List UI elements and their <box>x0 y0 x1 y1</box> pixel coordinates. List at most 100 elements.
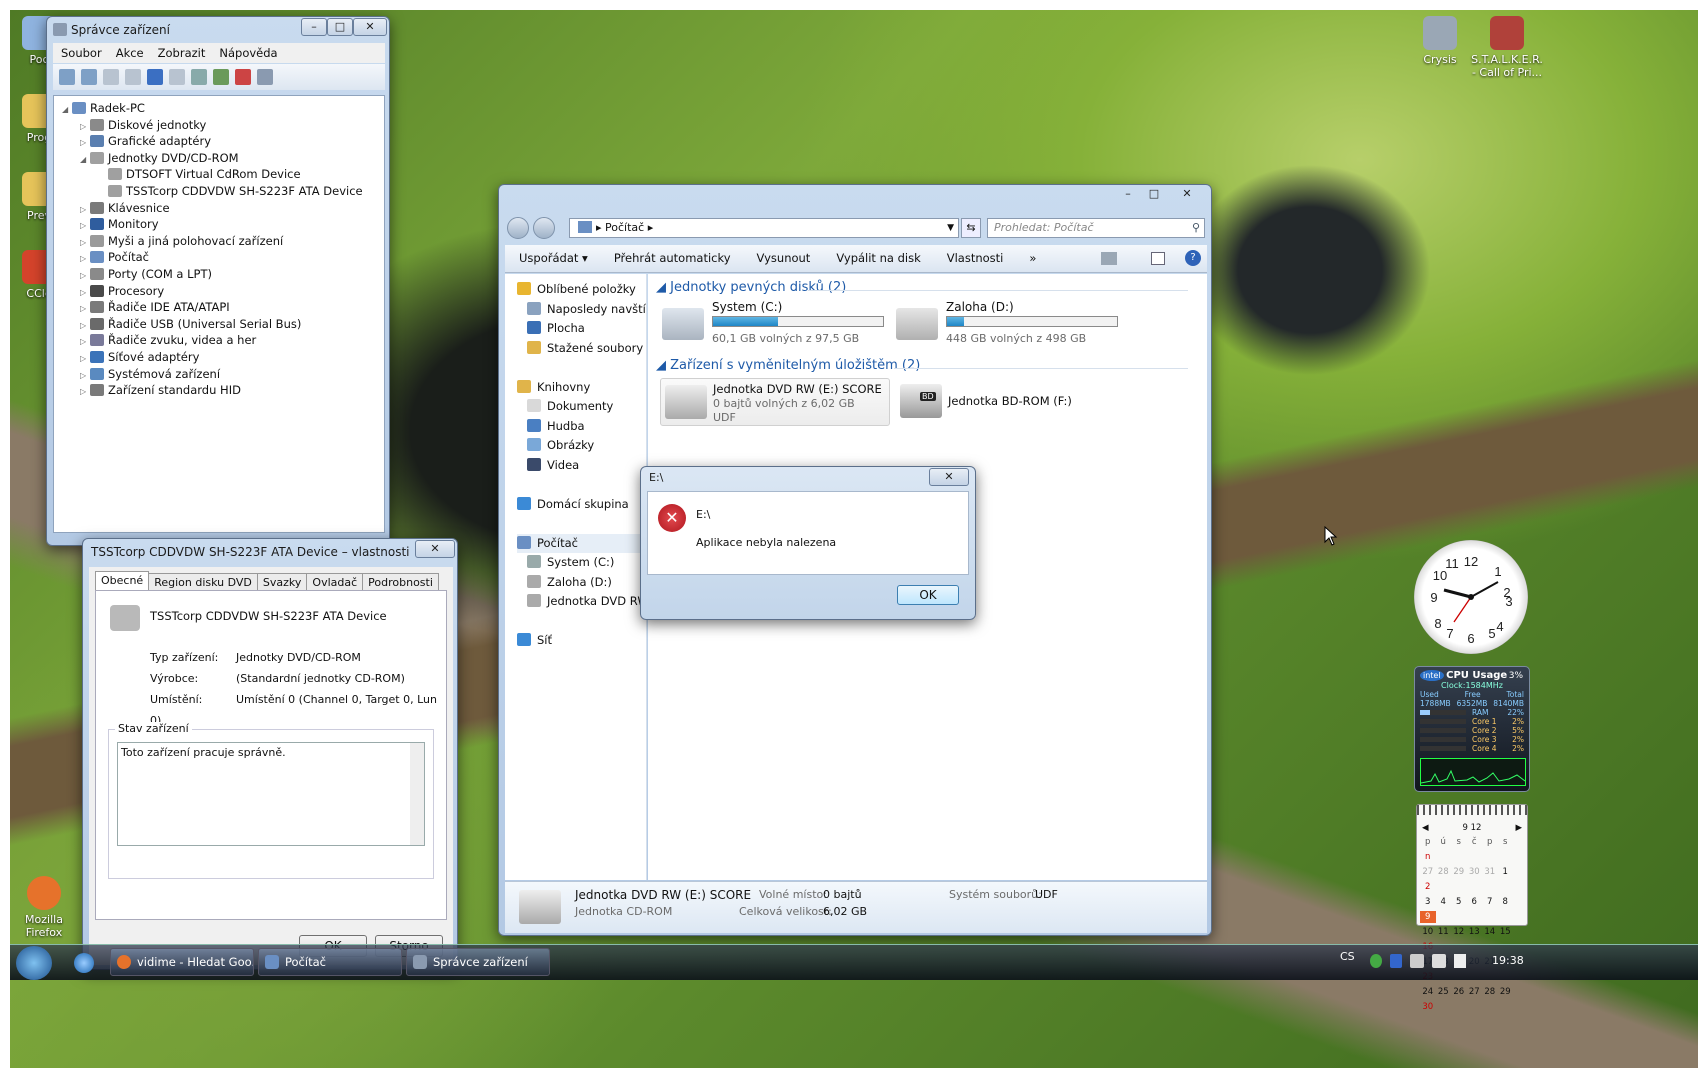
calendar-day[interactable]: 12 <box>1451 926 1467 938</box>
nav-item[interactable]: Obrázky <box>517 436 646 456</box>
menu-napoveda[interactable]: Nápověda <box>219 46 277 60</box>
calendar-day[interactable]: 15 <box>1498 926 1514 938</box>
calendar-day[interactable]: 29 <box>1451 866 1467 878</box>
desktop-icon-firefox[interactable]: Mozilla Firefox <box>16 876 72 939</box>
tree-node[interactable]: ▷ Řadiče USB (Universal Serial Bus) <box>62 316 384 333</box>
tree-node[interactable]: ▷ Procesory <box>62 283 384 300</box>
calendar-day[interactable]: 28 <box>1436 866 1452 878</box>
update-driver-icon[interactable] <box>213 69 229 85</box>
calendar-day[interactable]: 5 <box>1451 896 1467 908</box>
nav-item[interactable]: System (C:) <box>517 553 646 573</box>
close-button[interactable]: ✕ <box>353 18 387 36</box>
tree-node[interactable]: ▷ Počítač <box>62 249 384 266</box>
prev-month-icon[interactable]: ◀ <box>1422 823 1429 833</box>
scrollbar[interactable] <box>410 743 424 845</box>
forward-button[interactable] <box>533 217 555 239</box>
tree-node[interactable]: ◢ Radek-PC <box>62 100 384 117</box>
more-commands-button[interactable]: » <box>1029 251 1036 265</box>
desktop-icon-stalker[interactable]: S.T.A.L.K.E.R. - Call of Pri... <box>1468 16 1546 79</box>
address-bar[interactable]: ▸ Počítač ▸ ▼ <box>569 218 959 238</box>
internet-explorer-icon[interactable] <box>74 953 94 973</box>
properties-button[interactable]: Vlastnosti <box>947 251 1004 265</box>
uninstall-icon[interactable] <box>235 69 251 85</box>
calendar-day[interactable]: 27 <box>1467 986 1483 998</box>
nav-item[interactable]: Počítač <box>517 533 646 553</box>
taskbar-item-computer[interactable]: Počítač <box>258 948 402 976</box>
tree-node[interactable]: DTSOFT Virtual CdRom Device <box>62 166 384 183</box>
nav-item[interactable]: Domácí skupina <box>517 495 646 515</box>
taskbar-clock[interactable]: 19:38 <box>1492 954 1524 967</box>
nav-item[interactable]: Videa <box>517 456 646 476</box>
menu-soubor[interactable]: Soubor <box>61 46 102 60</box>
expand-icon[interactable]: ◢ <box>62 102 72 119</box>
start-button[interactable] <box>16 946 52 980</box>
tab-2[interactable]: Svazky <box>256 573 308 591</box>
tree-node[interactable]: ▷ Řadiče IDE ATA/ATAPI <box>62 299 384 316</box>
group-header-hdd[interactable]: ◢ Jednotky pevných disků (2) <box>656 280 846 295</box>
tree-node[interactable]: ▷ Systémová zařízení <box>62 366 384 383</box>
properties-icon[interactable] <box>103 69 119 85</box>
shield-icon[interactable] <box>1390 954 1402 968</box>
close-button[interactable]: ✕ <box>1167 186 1207 204</box>
tab-0[interactable]: Obecné <box>95 571 150 592</box>
tree-node[interactable]: ▷ Myši a jiná polohovací zařízení <box>62 233 384 250</box>
tree-node[interactable]: ◢ Jednotky DVD/CD-ROM <box>62 150 384 167</box>
expand-icon[interactable]: ◢ <box>80 152 90 169</box>
maximize-button[interactable]: □ <box>1141 186 1167 204</box>
action-center-flag-icon[interactable] <box>1454 954 1466 968</box>
tree-node[interactable]: ▷ Porty (COM a LPT) <box>62 266 384 283</box>
preview-pane-icon[interactable] <box>1151 252 1165 265</box>
status-textbox[interactable]: Toto zařízení pracuje správně. <box>117 742 425 846</box>
calendar-day[interactable]: 25 <box>1436 986 1452 998</box>
calendar-day[interactable]: 30 <box>1467 866 1483 878</box>
tree-node[interactable]: ▷ Klávesnice <box>62 200 384 217</box>
cpu-usage-gadget[interactable]: intel CPU Usage 3% Clock:1584MHz Used Fre… <box>1414 666 1530 792</box>
nav-item[interactable]: Jednotka DVD RW (E:) <box>517 592 646 612</box>
calendar-day[interactable]: 14 <box>1482 926 1498 938</box>
drive-tile-e-selected[interactable]: Jednotka DVD RW (E:) SCORE 0 bajtů volný… <box>660 378 890 426</box>
help-icon[interactable]: ? <box>1185 250 1201 266</box>
taskbar-item-device-manager[interactable]: Správce zařízení <box>406 948 550 976</box>
calendar-day[interactable]: 10 <box>1420 926 1436 938</box>
minimize-button[interactable]: – <box>1115 186 1141 204</box>
tab-1[interactable]: Region disku DVD <box>148 573 258 591</box>
drive-tile-d[interactable]: Zaloha (D:) 448 GB volných z 498 GB <box>896 300 1136 356</box>
calendar-day[interactable]: 24 <box>1420 986 1436 998</box>
search-input[interactable]: Prohledat: Počítač ⚲ <box>987 218 1205 238</box>
expand-icon[interactable]: ▷ <box>80 384 90 401</box>
close-button[interactable]: ✕ <box>415 540 455 558</box>
list-icon[interactable] <box>125 69 141 85</box>
language-indicator[interactable]: CS <box>1340 950 1355 963</box>
autoplay-button[interactable]: Přehrát automaticky <box>614 251 731 265</box>
taskbar-item-firefox[interactable]: vidime - Hledat Goo... <box>110 948 254 976</box>
tree-node[interactable]: ▷ Síťové adaptéry <box>62 349 384 366</box>
help-icon[interactable] <box>147 69 163 85</box>
clock-gadget[interactable]: 12 1 2 3 4 5 6 7 8 9 10 11 <box>1414 540 1528 654</box>
view-icon[interactable] <box>169 69 185 85</box>
group-header-removable[interactable]: ◢ Zařízení s vyměnitelným úložištěm (2) <box>656 358 920 373</box>
menu-zobrazit[interactable]: Zobrazit <box>158 46 206 60</box>
disable-icon[interactable] <box>257 69 273 85</box>
tree-node[interactable]: ▷ Zařízení standardu HID <box>62 382 384 399</box>
calendar-day[interactable]: 31 <box>1482 866 1498 878</box>
scan-icon[interactable] <box>191 69 207 85</box>
next-month-icon[interactable]: ▶ <box>1515 823 1522 833</box>
tree-node[interactable]: ▷ Diskové jednotky <box>62 117 384 134</box>
calendar-day[interactable]: 3 <box>1420 896 1436 908</box>
desktop-icon-crysis[interactable]: Crysis <box>1415 16 1465 66</box>
calendar-day[interactable]: 28 <box>1482 986 1498 998</box>
tab-3[interactable]: Ovladač <box>306 573 364 591</box>
volume-icon[interactable] <box>1432 954 1446 968</box>
calendar-day[interactable]: 8 <box>1498 896 1514 908</box>
organize-button[interactable]: Uspořádat ▾ <box>519 251 588 265</box>
nav-item[interactable]: Plocha <box>517 319 646 339</box>
tree-node[interactable]: ▷ Řadiče zvuku, videa a her <box>62 332 384 349</box>
eject-button[interactable]: Vysunout <box>757 251 811 265</box>
nav-item[interactable]: Oblíbené položky <box>517 280 646 300</box>
nav-item[interactable]: Stažené soubory <box>517 339 646 359</box>
calendar-day[interactable]: 9 <box>1420 911 1436 923</box>
view-options-icon[interactable] <box>1101 252 1117 265</box>
calendar-gadget[interactable]: ◀ 9 12 ▶ p ú s č p sn 27 28 29 30 31 12 3 4 5 6 7 89 10 11 12 1… <box>1416 804 1528 1012</box>
tree-node[interactable]: ▷ Monitory <box>62 216 384 233</box>
calendar-day[interactable]: 11 <box>1436 926 1452 938</box>
